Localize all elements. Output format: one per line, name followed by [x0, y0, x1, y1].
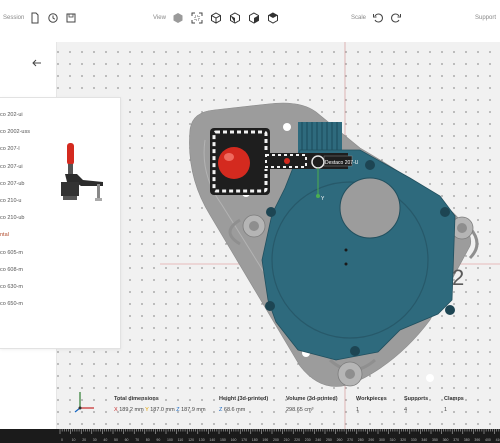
- supports-label: Supports: [404, 396, 429, 402]
- session-menu[interactable]: Session: [3, 15, 24, 21]
- workpieces-value: 1: [356, 407, 360, 413]
- undo-icon[interactable]: [371, 11, 385, 25]
- ruler-tick-label: 180: [252, 438, 258, 442]
- part-number-label: 2: [452, 265, 464, 290]
- total-dimensions-value: X 189.2 mm Y 187.0 mm Z 187.9 mm: [114, 407, 206, 413]
- ruler-tick-label: 60: [125, 438, 129, 442]
- ruler-tick-label: 310: [390, 438, 396, 442]
- ruler-tick-label: 230: [305, 438, 311, 442]
- ruler-tick-label: 220: [294, 438, 300, 442]
- clamp-red-knob: [218, 147, 250, 179]
- save-icon[interactable]: [64, 11, 78, 25]
- ruler-tick-label: 250: [326, 438, 332, 442]
- ruler-tick-label: 20: [82, 438, 86, 442]
- clamp-list-item[interactable]: co 608-m: [0, 267, 23, 273]
- ruler-tick-label: 10: [72, 438, 76, 442]
- ruler-tick-label: 260: [337, 438, 343, 442]
- clamp-list-item[interactable]: co 210-u: [0, 198, 21, 204]
- ruler-tick-label: 90: [156, 438, 160, 442]
- supports-value: 4: [404, 407, 408, 413]
- view-front-icon[interactable]: [228, 11, 242, 25]
- ruler-tick-label: 290: [368, 438, 374, 442]
- ruler-tick-label: 210: [284, 438, 290, 442]
- ruler-tick-label: 110: [178, 438, 184, 442]
- top-toolbar: Session View Scale Support: [0, 0, 500, 43]
- ruler-tick-label: 80: [146, 438, 150, 442]
- ruler-tick-label: 390: [474, 438, 480, 442]
- ruler-tick-label: 100: [167, 438, 173, 442]
- clamp-library-panel: co 202-ui co 2002-uss co 207-l co 207-ui co …: [0, 97, 121, 349]
- ruler-tick-label: 30: [93, 438, 97, 442]
- bottom-ruler: 0 10 20 30 40 50 60 70 80 90 100 110 120 130 140 150 160…: [0, 429, 500, 443]
- ruler-tick-label: 300: [379, 438, 385, 442]
- ruler-tick-label: 410: [496, 438, 500, 442]
- view-solid-cube-icon[interactable]: [171, 11, 185, 25]
- axis-gizmo-icon: [74, 392, 94, 413]
- ruler-tick-label: 150: [220, 438, 226, 442]
- back-arrow-icon[interactable]: [32, 55, 42, 67]
- ruler-tick-label: 270: [347, 438, 353, 442]
- ruler-tick-label: 190: [262, 438, 268, 442]
- clamp-list-item[interactable]: co 207-ui: [0, 164, 23, 170]
- anchor-marker: [283, 123, 291, 131]
- redo-icon[interactable]: [389, 11, 403, 25]
- clamp-list-item[interactable]: co 630-m: [0, 284, 23, 290]
- anchor-marker: [426, 374, 434, 382]
- clamp-category-heading: ntal: [0, 232, 9, 239]
- ruler-tick-label: 340: [421, 438, 427, 442]
- ruler-tick-label: 50: [114, 438, 118, 442]
- ruler-tick-label: 380: [464, 438, 470, 442]
- clamps-label: Clamps: [444, 396, 464, 402]
- ruler-tick-label: 240: [315, 438, 321, 442]
- clamp-preview-image[interactable]: [57, 140, 107, 210]
- ruler-tick-label: 360: [443, 438, 449, 442]
- volume-label: Volume (3d-printed): [286, 396, 338, 402]
- view-iso-icon[interactable]: [209, 11, 223, 25]
- clamp-tag-label: Destaco 207-U: [325, 160, 359, 166]
- clamps-value: 1: [444, 407, 448, 413]
- ruler-tick-label: 320: [400, 438, 406, 442]
- ruler-tick-label: 130: [199, 438, 205, 442]
- clamp-list-item[interactable]: co 202-ui: [0, 112, 23, 118]
- stats-bar: Total dimensions X 189.2 mm Y 187.0 mm Z…: [60, 388, 500, 428]
- clamp-list-item[interactable]: co 650-m: [0, 301, 23, 307]
- view-top-icon[interactable]: [266, 11, 280, 25]
- volume-value: 298.65 cm³: [286, 407, 314, 413]
- height-value: Z 68.6 mm: [219, 407, 246, 413]
- clamp-list-item[interactable]: co 605-m: [0, 250, 23, 256]
- ruler-tick-label: 120: [188, 438, 194, 442]
- new-file-icon[interactable]: [28, 11, 42, 25]
- center-bore: [339, 177, 401, 239]
- view-fit-icon[interactable]: [190, 11, 204, 25]
- ruler-ticks: 0 10 20 30 40 50 60 70 80 90 100 110 120 130 140 150 160…: [59, 429, 500, 442]
- history-icon[interactable]: [46, 11, 60, 25]
- clamp-list-item[interactable]: co 210-ub: [0, 215, 24, 221]
- clamp-list-item[interactable]: co 207-l: [0, 146, 20, 152]
- clamp-list-item[interactable]: co 2002-uss: [0, 129, 30, 135]
- ruler-tick-label: 70: [135, 438, 139, 442]
- scale-label: Scale: [351, 15, 367, 21]
- ruler-tick-label: 370: [453, 438, 459, 442]
- clamp-list-item[interactable]: co 207-ub: [0, 181, 24, 187]
- ruler-tick-label: 200: [273, 438, 279, 442]
- height-label: Height (3d-printed): [219, 396, 269, 402]
- ruler-tick-label: 40: [103, 438, 107, 442]
- total-dimensions-label: Total dimensions: [114, 396, 159, 402]
- ruler-tick-label: 160: [231, 438, 237, 442]
- ruler-tick-label: 140: [209, 438, 215, 442]
- ruler-tick-label: 170: [241, 438, 247, 442]
- ruler-tick-label: 0: [61, 438, 63, 442]
- ruler-tick-label: 400: [485, 438, 491, 442]
- ruler-tick-label: 330: [411, 438, 417, 442]
- ruler-tick-label: 280: [358, 438, 364, 442]
- view-side-icon[interactable]: [247, 11, 261, 25]
- workpieces-label: Workpieces: [356, 396, 387, 402]
- view-label: View: [153, 15, 166, 21]
- support-menu[interactable]: Support: [475, 15, 496, 21]
- ruler-tick-label: 350: [432, 438, 438, 442]
